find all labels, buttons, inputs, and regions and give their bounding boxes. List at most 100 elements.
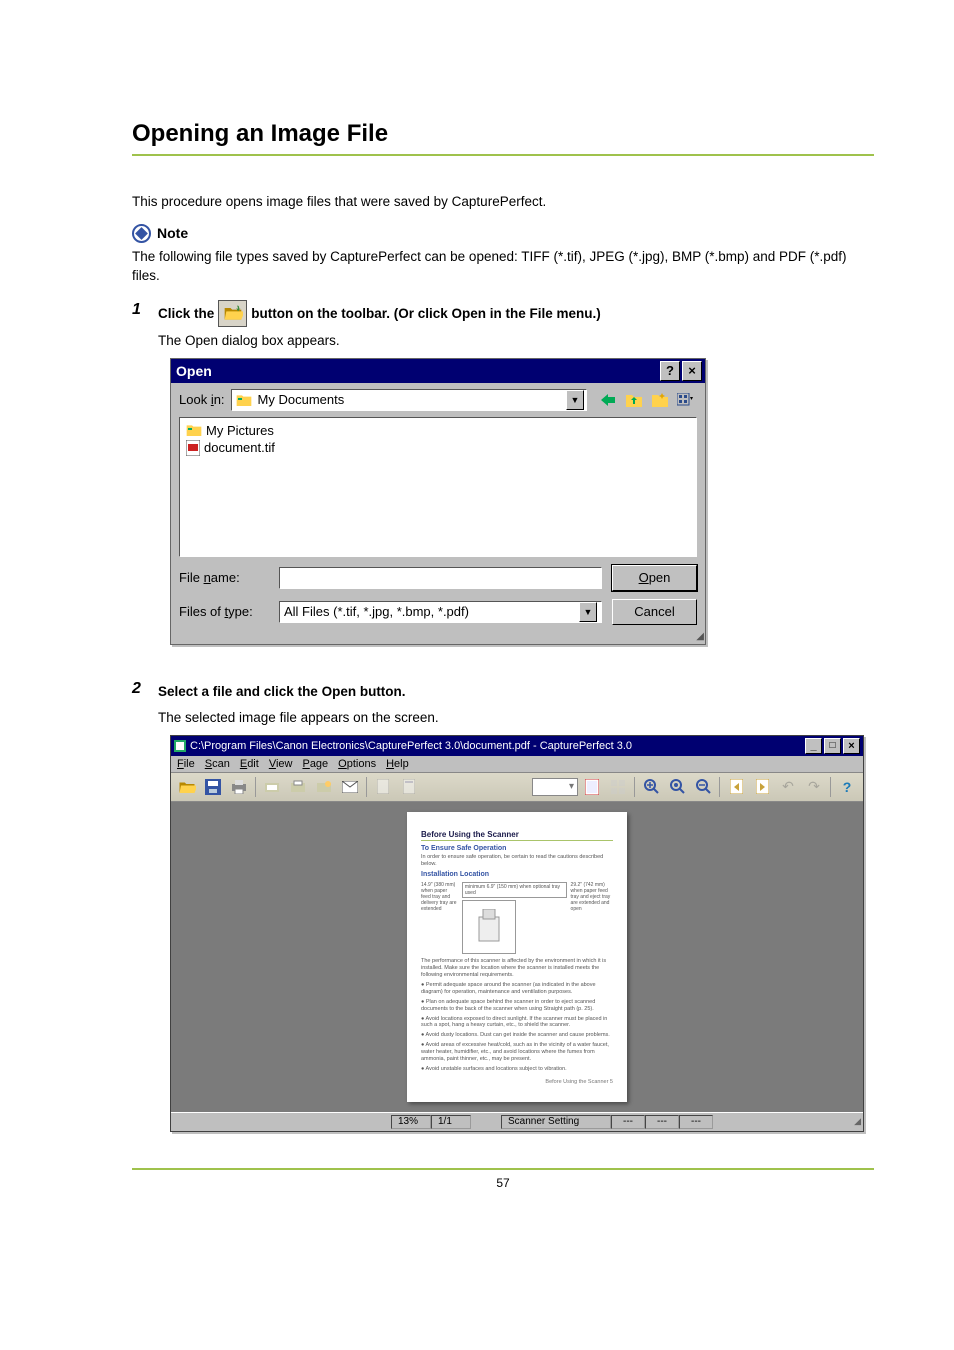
doc-b1: ● Permit adequate space around the scann… (421, 982, 613, 996)
menu-page[interactable]: Page (302, 758, 328, 770)
minimize-button[interactable]: _ (805, 738, 822, 754)
step1-post: button on the toolbar. (Or click Open in… (251, 301, 601, 326)
dialog-title: Open (176, 363, 660, 379)
doc-p1: In order to ensure safe operation, be ce… (421, 854, 613, 868)
step1-pre: Click the (158, 301, 214, 326)
tb-mail-icon[interactable] (338, 776, 362, 798)
dialog-close-button[interactable]: × (682, 361, 702, 381)
menu-file[interactable]: File (177, 758, 195, 770)
cancel-button[interactable]: Cancel (612, 599, 697, 625)
tb-doc-icon[interactable] (371, 776, 395, 798)
folder-icon (186, 423, 202, 437)
status-scanner-setting: Scanner Setting (501, 1115, 611, 1129)
close-button[interactable]: × (843, 738, 860, 754)
doc-p2: The performance of this scanner is affec… (421, 958, 613, 979)
page-title: Opening an Image File (132, 120, 874, 148)
view-menu-button[interactable] (675, 389, 697, 411)
doc-b6: ● Avoid unstable surfaces and locations … (421, 1066, 613, 1073)
app-toolbar: ▾ ↶ ↷ ? (171, 773, 863, 802)
doc-h1: Before Using the Scanner (421, 830, 613, 841)
tb-scan1-icon[interactable] (260, 776, 284, 798)
open-button[interactable]: Open (612, 565, 697, 591)
menu-scan[interactable]: Scan (205, 758, 230, 770)
doc-h2a: To Ensure Safe Operation (421, 845, 613, 852)
file-icon (186, 440, 200, 456)
tb-fitpage-icon[interactable] (580, 776, 604, 798)
status-page: 1/1 (431, 1115, 471, 1129)
doc-box-top: minimum 6.9" (150 mm) when optional tray… (462, 882, 567, 898)
tb-prev-icon[interactable] (724, 776, 748, 798)
step1-sub: The Open dialog box appears. (158, 333, 874, 348)
filetype-label: Files of type: (179, 604, 269, 619)
step2-number: 2 (132, 679, 146, 698)
dialog-help-button[interactable]: ? (660, 361, 680, 381)
status-d1: --- (611, 1115, 645, 1129)
tb-zoom-fit-icon[interactable] (665, 776, 689, 798)
open-folder-icon (218, 300, 247, 327)
step2-sub: The selected image file appears on the s… (158, 710, 874, 725)
list-item-label: My Pictures (206, 423, 274, 438)
look-in-label: Look in: (179, 392, 225, 407)
tb-print-icon[interactable] (227, 776, 251, 798)
combo-dropdown-icon[interactable]: ▼ (579, 602, 597, 622)
zoom-combo[interactable]: ▾ (532, 778, 578, 796)
intro-text: This procedure opens image files that we… (132, 192, 874, 212)
look-in-value: My Documents (258, 392, 560, 407)
tb-scan2-icon[interactable] (286, 776, 310, 798)
open-dialog: Open ? × Look in: My Documents ▼ (170, 358, 706, 645)
menu-help[interactable]: Help (386, 758, 409, 770)
look-in-combo[interactable]: My Documents ▼ (231, 389, 587, 411)
tb-help-icon[interactable]: ? (835, 776, 859, 798)
tb-save-icon[interactable] (201, 776, 225, 798)
list-item[interactable]: document.tif (186, 439, 690, 457)
tb-zoom-out-icon[interactable] (691, 776, 715, 798)
app-window: C:\Program Files\Canon Electronics\Captu… (170, 735, 864, 1132)
tb-doc2-icon[interactable] (397, 776, 421, 798)
doc-foot: Before Using the Scanner 5 (421, 1079, 613, 1085)
page-number: 57 (132, 1176, 874, 1190)
tb-zoom-in-icon[interactable] (639, 776, 663, 798)
doc-b3: ● Avoid locations exposed to direct sunl… (421, 1016, 613, 1030)
new-folder-button[interactable] (649, 389, 671, 411)
filetype-combo[interactable]: All Files (*.tif, *.jpg, *.bmp, *.pdf) ▼ (279, 601, 602, 623)
status-zoom: 13% (391, 1115, 431, 1129)
note-text: The following file types saved by Captur… (132, 247, 874, 286)
footer-rule (132, 1168, 874, 1170)
doc-side-r: 29.2" (742 mm) when paper feed tray and … (571, 882, 613, 912)
app-title-text: C:\Program Files\Canon Electronics\Captu… (190, 740, 632, 752)
status-d3: --- (679, 1115, 713, 1129)
menu-view[interactable]: View (269, 758, 293, 770)
doc-h2b: Installation Location (421, 871, 613, 878)
tb-scan3-icon[interactable] (312, 776, 336, 798)
tb-grid-icon[interactable] (606, 776, 630, 798)
note-icon (132, 224, 151, 243)
step1-number: 1 (132, 300, 146, 319)
status-d2: --- (645, 1115, 679, 1129)
resize-grip[interactable]: ◢ (171, 633, 705, 644)
resize-grip[interactable]: ◢ (852, 1116, 863, 1127)
note-label: Note (157, 225, 188, 241)
menu-edit[interactable]: Edit (240, 758, 259, 770)
tb-rotate-r-icon[interactable]: ↷ (802, 776, 826, 798)
maximize-button[interactable]: □ (824, 738, 841, 754)
back-button[interactable] (597, 389, 619, 411)
doc-b4: ● Avoid dusty locations. Dust can get in… (421, 1032, 613, 1039)
file-list[interactable]: My Pictures document.tif (179, 417, 697, 557)
app-icon (174, 740, 186, 752)
tb-rotate-l-icon[interactable]: ↶ (776, 776, 800, 798)
doc-diagram-box (462, 900, 516, 954)
combo-dropdown-icon[interactable]: ▼ (566, 390, 584, 410)
doc-b2: ● Plan on adequate space behind the scan… (421, 999, 613, 1013)
step1-heading: Click the button on the toolbar. (Or cli… (158, 300, 601, 327)
step2-heading: Select a file and click the Open button. (158, 679, 406, 704)
filename-label: File name: (179, 570, 269, 585)
list-item[interactable]: My Pictures (186, 422, 690, 439)
tb-next-icon[interactable] (750, 776, 774, 798)
menu-options[interactable]: Options (338, 758, 376, 770)
filename-input[interactable] (279, 567, 602, 589)
document-viewport[interactable]: Before Using the Scanner To Ensure Safe … (171, 802, 863, 1112)
title-rule (132, 154, 874, 156)
status-bar: 13% 1/1 Scanner Setting --- --- --- ◢ (171, 1112, 863, 1131)
tb-open-icon[interactable] (175, 776, 199, 798)
up-one-level-button[interactable] (623, 389, 645, 411)
